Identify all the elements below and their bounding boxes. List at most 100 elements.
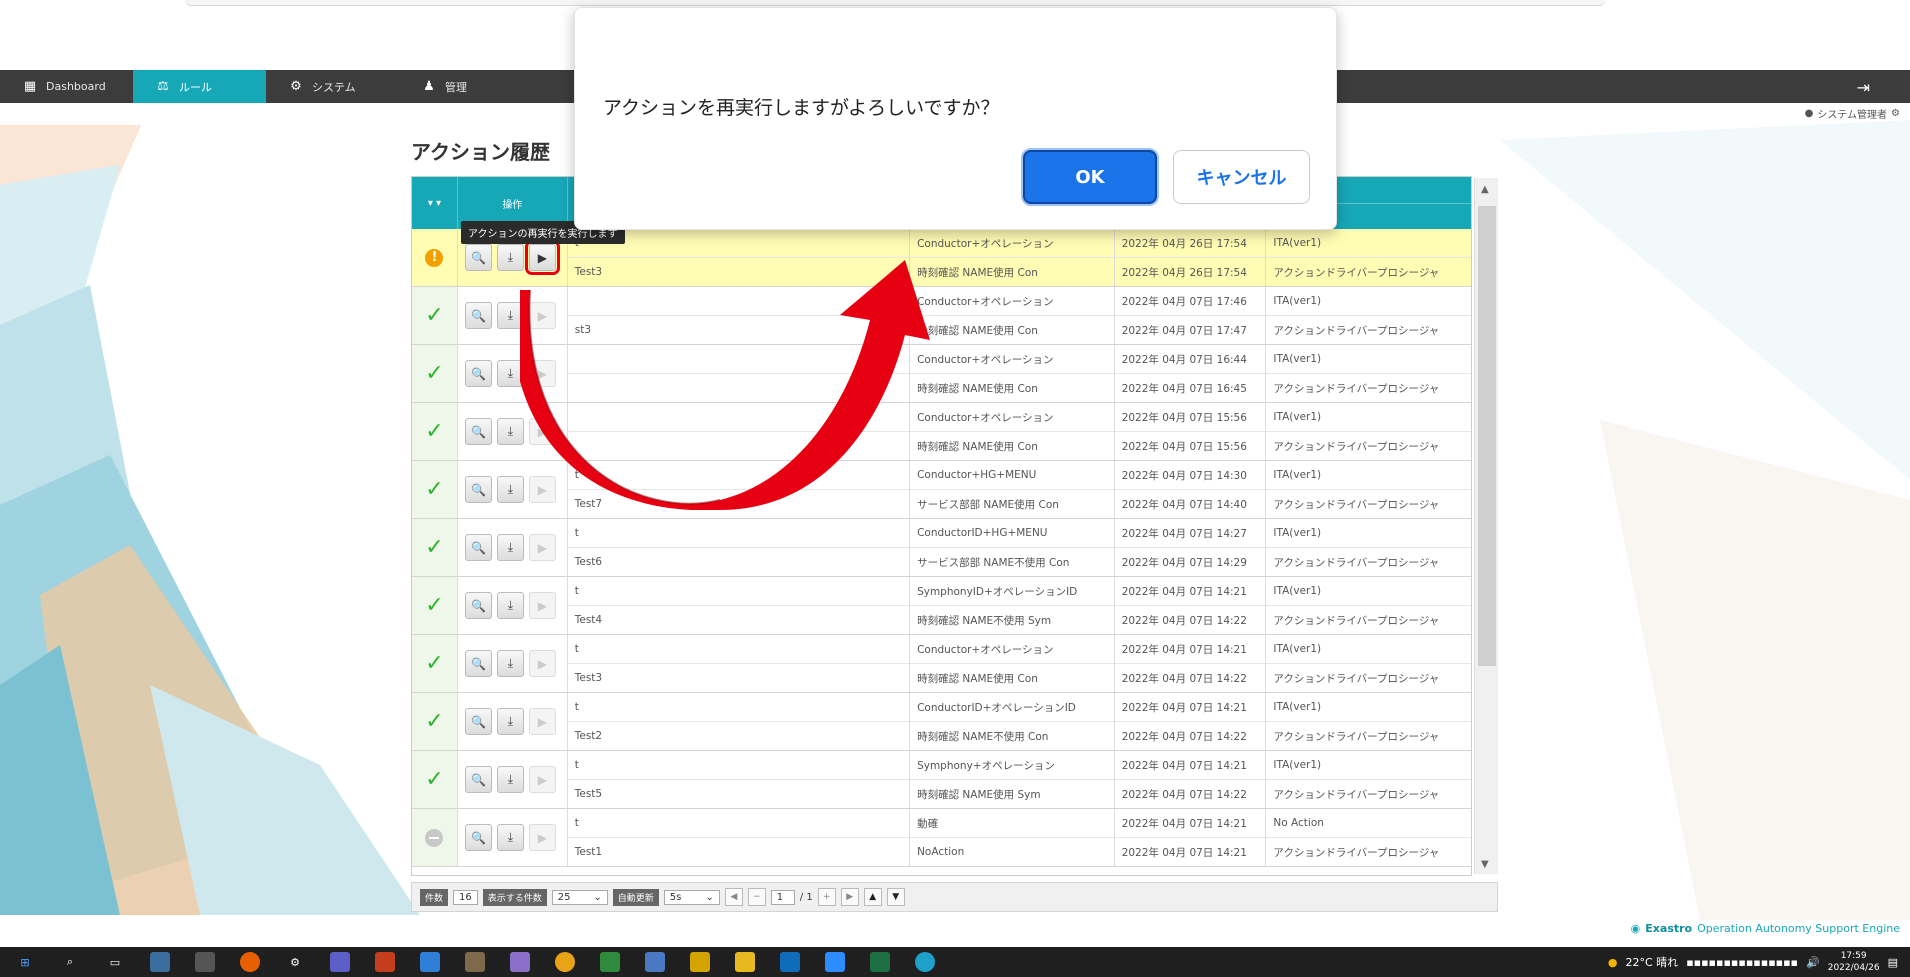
nav-item-rule[interactable]: ⚖ ルール — [133, 70, 266, 103]
rerun-button[interactable]: ▶ — [528, 592, 556, 619]
page-input[interactable]: 1 — [770, 889, 795, 905]
table-scrollbar[interactable]: ▲ ▼ — [1474, 178, 1498, 874]
rerun-button[interactable]: ▶ — [528, 476, 556, 503]
download-button[interactable]: ⤓ — [496, 592, 524, 619]
user-icon: ● — [1804, 108, 1814, 119]
scroll-up-icon[interactable]: ▲ — [1481, 184, 1489, 195]
app-icon[interactable] — [690, 952, 710, 972]
table-row[interactable]: ✓ 🔍 ⤓ ▶ t Test6 ConductorID+HG+MENU サービス部部 NAME… — [412, 519, 1471, 577]
download-button[interactable]: ⤓ — [496, 708, 524, 735]
refresh-select[interactable]: 5s ⌄ — [663, 889, 720, 905]
detail-button[interactable]: 🔍 — [464, 766, 492, 793]
detail-button[interactable]: 🔍 — [464, 418, 492, 445]
rerun-button[interactable]: ▶ — [528, 534, 556, 561]
prev-page-button[interactable]: − — [747, 888, 766, 906]
sort-down-button[interactable]: ▼ — [886, 888, 905, 906]
table-row[interactable]: ✓ 🔍 ⤓ ▶ st3 Conductor+オペレーション 時刻確認 NAME使用 Con 2… — [412, 287, 1471, 345]
outlook-icon[interactable] — [780, 952, 800, 972]
app-icon[interactable] — [645, 952, 665, 972]
table-row[interactable]: 🔍 ⤓ ▶ t Test1 動確 NoAction 2022年 04月 07日 14:21 20… — [412, 809, 1471, 867]
chrome-icon[interactable] — [555, 952, 575, 972]
first-page-button[interactable]: ◀ — [724, 888, 743, 906]
type-bottom: アクションドライバープロシージャ — [1273, 846, 1440, 859]
condition-bottom: 時刻確認 NAME使用 Con — [917, 266, 1038, 279]
nav-item-system[interactable]: ⚙ システム — [266, 70, 399, 103]
clock[interactable]: 17:59 2022/04/26 — [1828, 950, 1880, 974]
rerun-button[interactable]: ▶ — [528, 302, 556, 329]
download-button[interactable]: ⤓ — [496, 534, 524, 561]
rerun-button[interactable]: ▶ — [528, 418, 556, 445]
detail-button[interactable]: 🔍 — [464, 650, 492, 677]
detail-button[interactable]: 🔍 — [464, 476, 492, 503]
download-button[interactable]: ⤓ — [496, 360, 524, 387]
volume-icon[interactable]: 🔊 — [1806, 956, 1820, 969]
app-icon[interactable] — [420, 952, 440, 972]
sort-up-button[interactable]: ▲ — [863, 888, 882, 906]
task-view-icon[interactable]: ▭ — [105, 952, 125, 972]
teams-icon[interactable] — [330, 952, 350, 972]
last-page-button[interactable]: ▶ — [840, 888, 859, 906]
rerun-button[interactable]: ▶ — [528, 766, 556, 793]
notepad-icon[interactable] — [150, 952, 170, 972]
nav-item-admin[interactable]: ♟ 管理 — [399, 70, 532, 103]
table-row[interactable]: ✓ 🔍 ⤓ ▶ t Test2 ConductorID+オペレーションID 時刻確認 NAME… — [412, 693, 1471, 751]
gear-icon[interactable]: ⚙ — [285, 952, 305, 972]
type-cell: ITA(ver1) アクションドライバープロシージャ — [1266, 287, 1471, 344]
date-cell: 2022年 04月 07日 14:21 2022年 04月 07日 14:22 — [1114, 751, 1267, 808]
search-icon[interactable]: ⌕ — [60, 952, 80, 972]
detail-button[interactable]: 🔍 — [464, 244, 492, 271]
excel-icon[interactable] — [870, 952, 890, 972]
download-button[interactable]: ⤓ — [496, 766, 524, 793]
rerun-button[interactable]: ▶ — [528, 360, 556, 387]
scroll-down-icon[interactable]: ▼ — [1481, 859, 1489, 870]
date-bottom: 2022年 04月 07日 14:22 — [1121, 730, 1247, 743]
user-info[interactable]: ● システム管理者 ⚙ — [1805, 106, 1900, 121]
rerun-button[interactable]: ▶ — [524, 240, 560, 275]
download-button[interactable]: ⤓ — [496, 302, 524, 329]
zoom-icon[interactable] — [825, 952, 845, 972]
file-explorer-icon[interactable] — [735, 952, 755, 972]
paint-icon[interactable] — [465, 952, 485, 972]
detail-button[interactable]: 🔍 — [464, 534, 492, 561]
edge-icon[interactable] — [915, 952, 935, 972]
table-row[interactable]: ✓ 🔍 ⤓ ▶ t Test7 Conductor+HG+MENU サービス部部 NAME使用… — [412, 461, 1471, 519]
next-page-button[interactable]: + — [817, 888, 836, 906]
detail-button[interactable]: 🔍 — [464, 708, 492, 735]
nav-item-dashboard[interactable]: ▦ Dashboard — [0, 70, 133, 103]
rerun-button[interactable]: ▶ — [528, 824, 556, 851]
table-row[interactable]: ✓ 🔍 ⤓ ▶ t Test5 Symphony+オペレーション 時刻確認 NAME使用 Sy… — [412, 751, 1471, 809]
event-name: Test7 — [574, 498, 603, 510]
download-button[interactable]: ⤓ — [496, 824, 524, 851]
powerpoint-icon[interactable] — [375, 952, 395, 972]
detail-button[interactable]: 🔍 — [464, 824, 492, 851]
detail-button[interactable]: 🔍 — [464, 302, 492, 329]
tray-icons[interactable]: ▪▪▪▪▪▪▪▪▪▪▪▪▪▪▪ — [1686, 956, 1798, 969]
scroll-thumb[interactable] — [1478, 206, 1496, 666]
weather-text[interactable]: 22°C 晴れ — [1626, 954, 1679, 970]
filter-icon[interactable]: ▾ ▾ — [412, 177, 458, 229]
download-button[interactable]: ⤓ — [496, 476, 524, 503]
detail-button[interactable]: 🔍 — [464, 360, 492, 387]
calculator-icon[interactable] — [195, 952, 215, 972]
logout-icon[interactable]: ⇥ — [1857, 78, 1870, 97]
chevron-down-icon: ⌄ — [705, 891, 714, 903]
firefox-icon[interactable] — [240, 952, 260, 972]
download-button[interactable]: ⤓ — [496, 650, 524, 677]
download-button[interactable]: ⤓ — [496, 244, 524, 271]
rerun-button[interactable]: ▶ — [528, 650, 556, 677]
download-button[interactable]: ⤓ — [496, 418, 524, 445]
ok-button[interactable]: OK — [1023, 150, 1157, 204]
cancel-button[interactable]: キャンセル — [1173, 150, 1310, 204]
notification-icon[interactable]: ▤ — [1888, 956, 1898, 969]
detail-button[interactable]: 🔍 — [464, 592, 492, 619]
per-page-select[interactable]: 25 ⌄ — [551, 889, 608, 905]
app-icon[interactable] — [600, 952, 620, 972]
table-row[interactable]: ✓ 🔍 ⤓ ▶ Conductor+オペレーション 時刻確認 NAME使用 Con 2022… — [412, 403, 1471, 461]
table-row[interactable]: ✓ 🔍 ⤓ ▶ t Test4 SymphonyID+オペレーションID 時刻確認 NAME不… — [412, 577, 1471, 635]
windows-start-icon[interactable]: ⊞ — [15, 952, 35, 972]
name-cell: t Test7 — [567, 461, 911, 518]
table-row[interactable]: ✓ 🔍 ⤓ ▶ t Test3 Conductor+オペレーション 時刻確認 NAME使用 C… — [412, 635, 1471, 693]
table-row[interactable]: ✓ 🔍 ⤓ ▶ Conductor+オペレーション 時刻確認 NAME使用 Con 2022… — [412, 345, 1471, 403]
rerun-button[interactable]: ▶ — [528, 708, 556, 735]
app-icon[interactable] — [510, 952, 530, 972]
